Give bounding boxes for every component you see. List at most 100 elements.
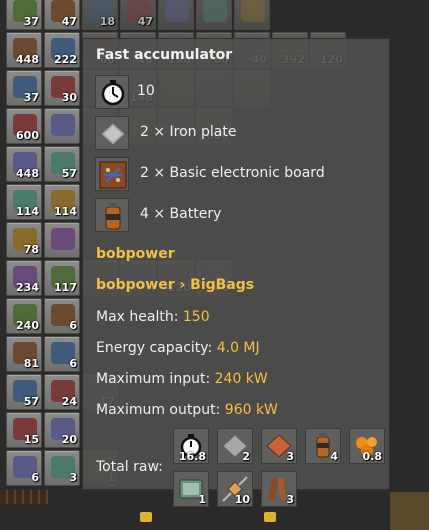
raw-count: 3 — [286, 493, 294, 506]
ingredient-row: 2 × Basic electronic board — [95, 157, 385, 191]
stat-value: 4.0 MJ — [216, 340, 260, 356]
inventory-slot[interactable]: 117 — [44, 260, 80, 296]
inventory-slot[interactable]: 37 — [6, 70, 42, 106]
inventory-slot[interactable]: 78 — [6, 222, 42, 258]
iron-plate-icon — [95, 116, 129, 150]
item-count: 6 — [69, 319, 77, 332]
battery-icon: 4 — [305, 428, 341, 464]
inventory-slot[interactable]: 222 — [44, 32, 80, 68]
item-count: 47 — [137, 15, 153, 28]
item-count: 117 — [54, 281, 77, 294]
item-icon — [51, 228, 75, 250]
inventory-slot[interactable]: 47 — [44, 0, 80, 30]
item-count: 448 — [16, 53, 39, 66]
copper-plate-icon: 3 — [261, 428, 297, 464]
item-count: 3 — [69, 471, 77, 484]
belt-segment — [140, 512, 152, 522]
bottom-strip — [0, 486, 429, 530]
raw-count: 16.8 — [178, 450, 206, 463]
item-tooltip: Fast accumulator 10 2 × Iron plate 2 × B… — [82, 38, 390, 507]
item-count: 6 — [69, 357, 77, 370]
time-icon: 16.8 — [173, 428, 209, 464]
belt-segment — [264, 512, 276, 522]
item-count: 114 — [54, 205, 77, 218]
inventory-slot[interactable] — [234, 0, 270, 30]
wood-icon: 3 — [261, 471, 297, 507]
inventory-slot[interactable] — [44, 108, 80, 144]
inventory-slot[interactable] — [158, 0, 194, 30]
item-count: 81 — [23, 357, 39, 370]
inventory-slot[interactable]: 3 — [44, 450, 80, 486]
inventory-slot[interactable]: 600 — [6, 108, 42, 144]
item-count: 37 — [23, 91, 39, 104]
inventory-slot[interactable]: 114 — [44, 184, 80, 220]
item-count: 600 — [16, 129, 39, 142]
inventory-slot[interactable]: 6 — [6, 450, 42, 486]
inventory-slot[interactable]: 81 — [6, 336, 42, 372]
item-count: 47 — [61, 15, 77, 28]
item-count: 6 — [31, 471, 39, 484]
item-count: 240 — [16, 319, 39, 332]
inventory-slot[interactable]: 24 — [44, 374, 80, 410]
inventory-slot[interactable]: 234 — [6, 260, 42, 296]
stat-maximum-input: Maximum input: 240 kW — [96, 371, 268, 387]
raw-count: 3 — [286, 450, 294, 463]
ingredient-text: 2 × Iron plate — [140, 124, 237, 140]
inventory-slot[interactable]: 15 — [6, 412, 42, 448]
item-count: 448 — [16, 167, 39, 180]
item-count: 30 — [61, 91, 77, 104]
total-raw-label: Total raw: — [96, 459, 163, 475]
raw-count: 4 — [330, 450, 338, 463]
inventory-slot[interactable]: 57 — [6, 374, 42, 410]
inventory-slot[interactable]: 47 — [120, 0, 156, 30]
clock-icon — [95, 75, 129, 109]
item-count: 24 — [61, 395, 77, 408]
stat-value: 960 kW — [224, 402, 278, 418]
inventory-slot[interactable]: 30 — [44, 70, 80, 106]
inventory-slot[interactable]: 18 — [82, 0, 118, 30]
ground — [390, 492, 429, 530]
ingredient-row: 2 × Iron plate — [95, 116, 385, 150]
item-count: 37 — [23, 15, 39, 28]
inventory-slot[interactable]: 57 — [44, 146, 80, 182]
ingredient-text: 2 × Basic electronic board — [140, 165, 325, 181]
tooltip-title: Fast accumulator — [96, 47, 233, 63]
item-count: 78 — [23, 243, 39, 256]
item-count: 222 — [54, 53, 77, 66]
item-icon — [165, 0, 189, 22]
stat-value: 150 — [182, 309, 210, 325]
stat-max-health: Max health: 150 — [96, 309, 210, 325]
battery-icon — [95, 198, 129, 232]
item-icon — [51, 114, 75, 136]
basic-electronic-board-icon — [95, 157, 129, 191]
item-count: 114 — [16, 205, 39, 218]
raw-count: 1 — [198, 493, 206, 506]
craft-time-row: 10 — [95, 75, 385, 109]
iron-plate-icon: 2 — [217, 428, 253, 464]
inventory-slot[interactable]: 37 — [6, 0, 42, 30]
stat-label: Maximum output: — [96, 402, 225, 418]
stat-label: Maximum input: — [96, 371, 215, 387]
stat-label: Max health: — [96, 309, 183, 325]
inventory-slot[interactable] — [44, 222, 80, 258]
stat-maximum-output: Maximum output: 960 kW — [96, 402, 278, 418]
inventory-slot[interactable]: 114 — [6, 184, 42, 220]
craft-time: 10 — [137, 83, 155, 99]
belt-segment — [0, 490, 48, 504]
inventory-slot[interactable] — [196, 0, 232, 30]
item-count: 15 — [23, 433, 39, 446]
phenolic-board-icon: 1 — [173, 471, 209, 507]
ingredient-row: 4 × Battery — [95, 198, 385, 232]
mod-name: bobpower — [96, 246, 175, 262]
inventory-slot[interactable]: 448 — [6, 32, 42, 68]
raw-count: 0.8 — [362, 450, 383, 463]
inventory-slot[interactable]: 240 — [6, 298, 42, 334]
inventory-slot[interactable]: 6 — [44, 336, 80, 372]
inventory-slot[interactable]: 20 — [44, 412, 80, 448]
inventory-slot[interactable]: 448 — [6, 146, 42, 182]
item-count: 18 — [99, 15, 115, 28]
item-count: 57 — [23, 395, 39, 408]
inventory-slot[interactable]: 6 — [44, 298, 80, 334]
item-count: 57 — [61, 167, 77, 180]
ingredient-text: 4 × Battery — [140, 206, 222, 222]
